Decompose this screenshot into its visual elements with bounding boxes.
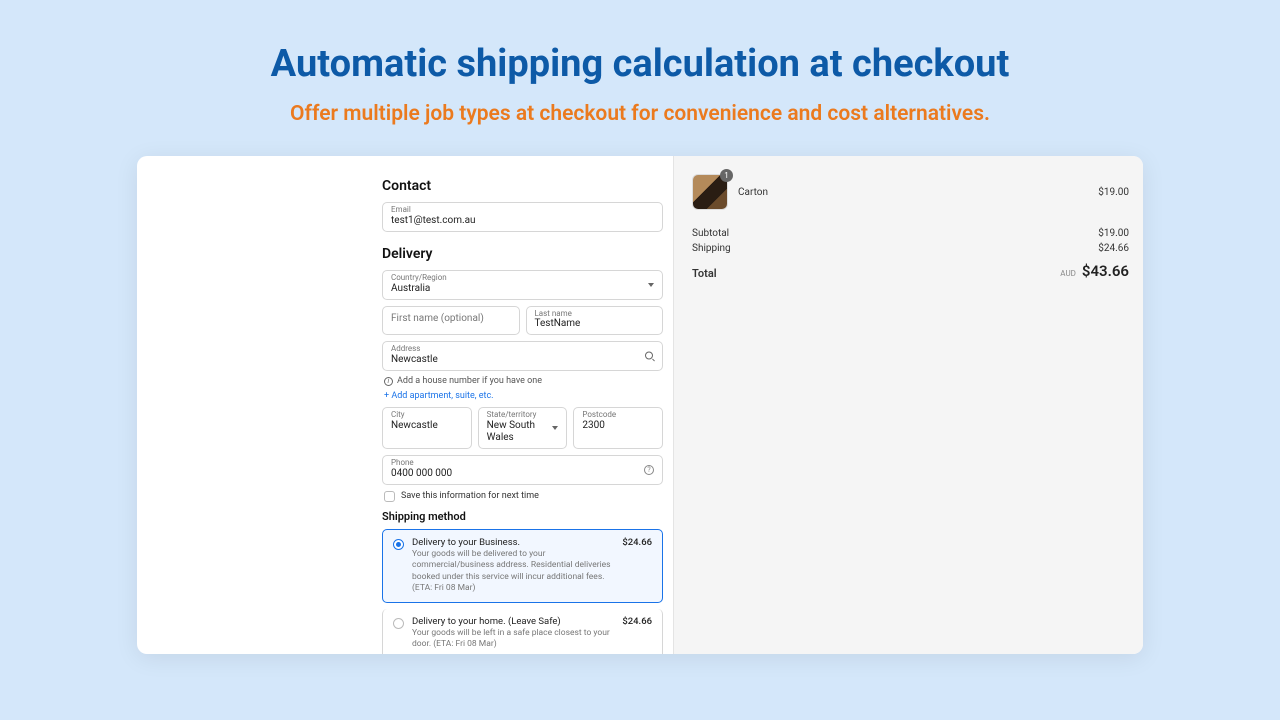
help-icon[interactable]: ? (644, 465, 654, 475)
shipping-value: $24.66 (1098, 243, 1129, 254)
email-value: test1@test.com.au (391, 215, 654, 227)
shipping-option-price: $24.66 (622, 537, 652, 595)
checkout-form: Contact Email test1@test.com.au Delivery… (137, 156, 673, 654)
state-select[interactable]: State/territory New South Wales (478, 407, 568, 449)
currency-label: AUD (1060, 269, 1076, 278)
chevron-down-icon (648, 283, 654, 287)
shipping-option-desc: Your goods will be delivered to your com… (412, 549, 614, 595)
country-select[interactable]: Country/Region Australia (382, 270, 663, 300)
shipping-label: Shipping (692, 243, 731, 254)
phone-label: Phone (391, 459, 654, 468)
shipping-option-desc: Your goods will be left in a safe place … (412, 628, 614, 651)
shipping-option-title: Delivery to your home. (Leave Safe) (412, 616, 614, 627)
save-info-checkbox[interactable] (384, 491, 395, 502)
checkout-card: Contact Email test1@test.com.au Delivery… (137, 156, 1143, 654)
subtotal-row: Subtotal $19.00 (692, 228, 1129, 239)
shipping-row: Shipping $24.66 (692, 243, 1129, 254)
info-icon (384, 377, 393, 386)
shipping-option-business[interactable]: Delivery to your Business. Your goods wi… (382, 529, 663, 603)
last-name-field[interactable]: Last name TestName (526, 306, 664, 336)
save-info-label: Save this information for next time (401, 491, 539, 501)
city-field[interactable]: City Newcastle (382, 407, 472, 449)
house-number-hint: Add a house number if you have one (384, 376, 663, 386)
phone-value: 0400 000 000 (391, 468, 654, 480)
postcode-label: Postcode (582, 411, 654, 420)
product-price: $19.00 (1098, 187, 1129, 198)
page-title: Automatic shipping calculation at checko… (0, 0, 1280, 86)
last-name-value: TestName (535, 318, 655, 330)
total-label: Total (692, 267, 717, 280)
city-value: Newcastle (391, 420, 463, 432)
postcode-value: 2300 (582, 420, 654, 432)
address-value: Newcastle (391, 354, 654, 366)
order-summary: 1 Carton $19.00 Subtotal $19.00 Shipping… (673, 156, 1143, 654)
radio-unselected-icon[interactable] (393, 618, 404, 629)
last-name-label: Last name (535, 310, 655, 319)
country-value: Australia (391, 283, 654, 295)
email-label: Email (391, 206, 654, 215)
shipping-method-heading: Shipping method (382, 510, 663, 523)
add-apartment-link[interactable]: + Add apartment, suite, etc. (384, 391, 663, 401)
first-name-placeholder: First name (optional) (391, 307, 511, 330)
shipping-option-title: Delivery to your Business. (412, 537, 614, 548)
city-label: City (391, 411, 463, 420)
shipping-option-home-leavesafe[interactable]: Delivery to your home. (Leave Safe) Your… (382, 609, 663, 654)
chevron-down-icon (552, 426, 558, 430)
contact-heading: Contact (382, 178, 663, 194)
total-row: Total AUD $43.66 (692, 262, 1129, 280)
country-label: Country/Region (391, 274, 654, 283)
delivery-heading: Delivery (382, 246, 663, 262)
house-hint-text: Add a house number if you have one (397, 376, 542, 386)
phone-field[interactable]: Phone 0400 000 000 ? (382, 455, 663, 485)
quantity-badge: 1 (720, 169, 733, 182)
page-subtitle: Offer multiple job types at checkout for… (0, 102, 1280, 126)
total-amount: $43.66 (1082, 262, 1129, 280)
subtotal-label: Subtotal (692, 228, 729, 239)
address-label: Address (391, 345, 654, 354)
radio-selected-icon[interactable] (393, 539, 404, 550)
state-value: New South Wales (487, 420, 559, 444)
save-info-row[interactable]: Save this information for next time (384, 491, 663, 502)
product-name: Carton (738, 187, 1088, 198)
subtotal-value: $19.00 (1098, 228, 1129, 239)
shipping-option-price: $24.66 (622, 616, 652, 651)
state-label: State/territory (487, 411, 559, 420)
postcode-field[interactable]: Postcode 2300 (573, 407, 663, 449)
product-thumbnail: 1 (692, 174, 728, 210)
first-name-field[interactable]: First name (optional) (382, 306, 520, 336)
email-field[interactable]: Email test1@test.com.au (382, 202, 663, 232)
cart-line-item: 1 Carton $19.00 (692, 174, 1129, 210)
search-icon (645, 352, 654, 361)
address-field[interactable]: Address Newcastle (382, 341, 663, 371)
